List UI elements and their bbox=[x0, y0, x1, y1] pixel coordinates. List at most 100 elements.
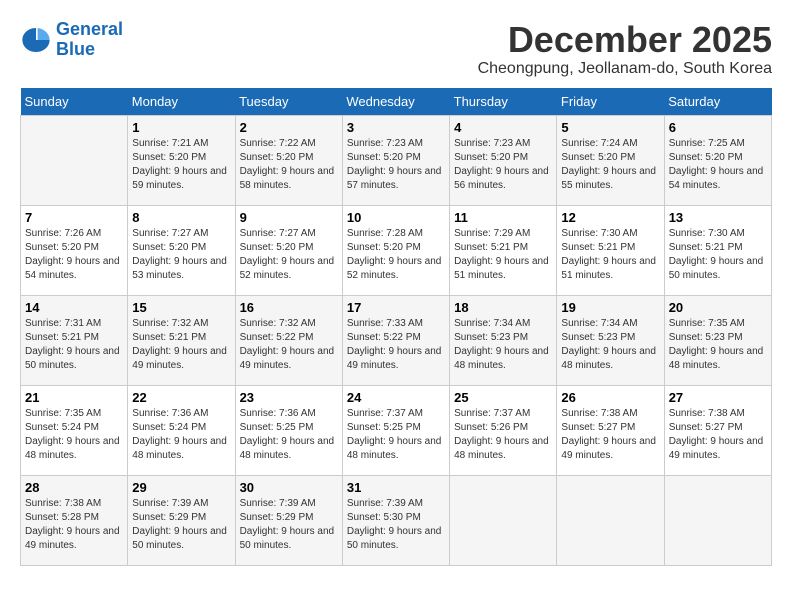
day-info: Sunrise: 7:30 AMSunset: 5:21 PMDaylight:… bbox=[669, 227, 767, 283]
day-info: Sunrise: 7:28 AMSunset: 5:20 PMDaylight:… bbox=[347, 227, 445, 283]
logo: General Blue bbox=[20, 20, 123, 60]
day-number: 11 bbox=[454, 210, 552, 225]
day-info: Sunrise: 7:32 AMSunset: 5:22 PMDaylight:… bbox=[240, 317, 338, 373]
day-info: Sunrise: 7:22 AMSunset: 5:20 PMDaylight:… bbox=[240, 137, 338, 193]
day-number: 21 bbox=[25, 390, 123, 405]
day-number: 4 bbox=[454, 120, 552, 135]
day-number: 31 bbox=[347, 480, 445, 495]
day-number: 8 bbox=[132, 210, 230, 225]
day-number: 22 bbox=[132, 390, 230, 405]
table-row: 3 Sunrise: 7:23 AMSunset: 5:20 PMDaylight… bbox=[342, 115, 449, 205]
table-row: 7 Sunrise: 7:26 AMSunset: 5:20 PMDaylight… bbox=[21, 205, 128, 295]
day-info: Sunrise: 7:34 AMSunset: 5:23 PMDaylight:… bbox=[454, 317, 552, 373]
logo-line1: General bbox=[56, 19, 123, 39]
page-header: General Blue December 2025 Cheongpung, J… bbox=[20, 20, 772, 78]
title-block: December 2025 Cheongpung, Jeollanam-do, … bbox=[478, 20, 772, 78]
table-row bbox=[21, 115, 128, 205]
header-wednesday: Wednesday bbox=[342, 88, 449, 116]
table-row: 26 Sunrise: 7:38 AMSunset: 5:27 PMDayligh… bbox=[557, 385, 664, 475]
day-number: 26 bbox=[561, 390, 659, 405]
table-row: 15 Sunrise: 7:32 AMSunset: 5:21 PMDayligh… bbox=[128, 295, 235, 385]
table-row bbox=[664, 475, 771, 565]
table-row bbox=[557, 475, 664, 565]
table-row: 31 Sunrise: 7:39 AMSunset: 5:30 PMDayligh… bbox=[342, 475, 449, 565]
day-number: 16 bbox=[240, 300, 338, 315]
month-title: December 2025 bbox=[478, 20, 772, 60]
table-row: 25 Sunrise: 7:37 AMSunset: 5:26 PMDayligh… bbox=[450, 385, 557, 475]
day-info: Sunrise: 7:23 AMSunset: 5:20 PMDaylight:… bbox=[347, 137, 445, 193]
table-row: 9 Sunrise: 7:27 AMSunset: 5:20 PMDaylight… bbox=[235, 205, 342, 295]
day-number: 3 bbox=[347, 120, 445, 135]
day-info: Sunrise: 7:32 AMSunset: 5:21 PMDaylight:… bbox=[132, 317, 230, 373]
day-number: 6 bbox=[669, 120, 767, 135]
day-info: Sunrise: 7:38 AMSunset: 5:28 PMDaylight:… bbox=[25, 497, 123, 553]
table-row: 30Sunrise: 7:39 AMSunset: 5:29 PMDayligh… bbox=[235, 475, 342, 565]
day-number: 7 bbox=[25, 210, 123, 225]
day-number: 15 bbox=[132, 300, 230, 315]
day-info: Sunrise: 7:26 AMSunset: 5:20 PMDaylight:… bbox=[25, 227, 123, 283]
day-info: Sunrise: 7:38 AMSunset: 5:27 PMDaylight:… bbox=[669, 407, 767, 463]
header-saturday: Saturday bbox=[664, 88, 771, 116]
calendar-body: 1Sunrise: 7:21 AMSunset: 5:20 PMDaylight… bbox=[21, 115, 772, 565]
table-row: 8 Sunrise: 7:27 AMSunset: 5:20 PMDaylight… bbox=[128, 205, 235, 295]
day-info: Sunrise: 7:38 AMSunset: 5:27 PMDaylight:… bbox=[561, 407, 659, 463]
header-friday: Friday bbox=[557, 88, 664, 116]
day-number: 27 bbox=[669, 390, 767, 405]
day-info: Sunrise: 7:27 AMSunset: 5:20 PMDaylight:… bbox=[132, 227, 230, 283]
table-row: 5 Sunrise: 7:24 AMSunset: 5:20 PMDaylight… bbox=[557, 115, 664, 205]
day-info: Sunrise: 7:37 AMSunset: 5:26 PMDaylight:… bbox=[454, 407, 552, 463]
table-row: 22 Sunrise: 7:36 AMSunset: 5:24 PMDayligh… bbox=[128, 385, 235, 475]
day-info: Sunrise: 7:35 AMSunset: 5:23 PMDaylight:… bbox=[669, 317, 767, 373]
table-row: 17 Sunrise: 7:33 AMSunset: 5:22 PMDayligh… bbox=[342, 295, 449, 385]
day-number: 9 bbox=[240, 210, 338, 225]
table-row: 19 Sunrise: 7:34 AMSunset: 5:23 PMDayligh… bbox=[557, 295, 664, 385]
table-row: 16 Sunrise: 7:32 AMSunset: 5:22 PMDayligh… bbox=[235, 295, 342, 385]
day-number: 13 bbox=[669, 210, 767, 225]
day-info: Sunrise: 7:39 AMSunset: 5:29 PMDaylight:… bbox=[240, 497, 338, 553]
day-number: 14 bbox=[25, 300, 123, 315]
table-row: 21Sunrise: 7:35 AMSunset: 5:24 PMDayligh… bbox=[21, 385, 128, 475]
day-number: 20 bbox=[669, 300, 767, 315]
table-row: 4Sunrise: 7:23 AMSunset: 5:20 PMDaylight… bbox=[450, 115, 557, 205]
logo-icon bbox=[20, 24, 52, 56]
table-row: 28 Sunrise: 7:38 AMSunset: 5:28 PMDayligh… bbox=[21, 475, 128, 565]
day-number: 28 bbox=[25, 480, 123, 495]
day-number: 24 bbox=[347, 390, 445, 405]
day-number: 5 bbox=[561, 120, 659, 135]
table-row: 14Sunrise: 7:31 AMSunset: 5:21 PMDayligh… bbox=[21, 295, 128, 385]
day-info: Sunrise: 7:29 AMSunset: 5:21 PMDaylight:… bbox=[454, 227, 552, 283]
table-row: 18 Sunrise: 7:34 AMSunset: 5:23 PMDayligh… bbox=[450, 295, 557, 385]
day-number: 10 bbox=[347, 210, 445, 225]
day-number: 25 bbox=[454, 390, 552, 405]
location: Cheongpung, Jeollanam-do, South Korea bbox=[478, 60, 772, 78]
table-row: 29Sunrise: 7:39 AMSunset: 5:29 PMDayligh… bbox=[128, 475, 235, 565]
day-info: Sunrise: 7:25 AMSunset: 5:20 PMDaylight:… bbox=[669, 137, 767, 193]
day-number: 18 bbox=[454, 300, 552, 315]
table-row: 2Sunrise: 7:22 AMSunset: 5:20 PMDaylight… bbox=[235, 115, 342, 205]
table-row bbox=[450, 475, 557, 565]
header-sunday: Sunday bbox=[21, 88, 128, 116]
day-info: Sunrise: 7:37 AMSunset: 5:25 PMDaylight:… bbox=[347, 407, 445, 463]
header-tuesday: Tuesday bbox=[235, 88, 342, 116]
day-number: 19 bbox=[561, 300, 659, 315]
day-info: Sunrise: 7:34 AMSunset: 5:23 PMDaylight:… bbox=[561, 317, 659, 373]
day-info: Sunrise: 7:24 AMSunset: 5:20 PMDaylight:… bbox=[561, 137, 659, 193]
logo-text: General Blue bbox=[56, 20, 123, 60]
header-monday: Monday bbox=[128, 88, 235, 116]
day-info: Sunrise: 7:33 AMSunset: 5:22 PMDaylight:… bbox=[347, 317, 445, 373]
day-info: Sunrise: 7:27 AMSunset: 5:20 PMDaylight:… bbox=[240, 227, 338, 283]
header-thursday: Thursday bbox=[450, 88, 557, 116]
table-row: 24 Sunrise: 7:37 AMSunset: 5:25 PMDayligh… bbox=[342, 385, 449, 475]
table-row: 12Sunrise: 7:30 AMSunset: 5:21 PMDayligh… bbox=[557, 205, 664, 295]
table-row: 6 Sunrise: 7:25 AMSunset: 5:20 PMDaylight… bbox=[664, 115, 771, 205]
calendar-header: Sunday Monday Tuesday Wednesday Thursday… bbox=[21, 88, 772, 116]
day-number: 29 bbox=[132, 480, 230, 495]
day-info: Sunrise: 7:39 AMSunset: 5:30 PMDaylight:… bbox=[347, 497, 445, 553]
logo-line2: Blue bbox=[56, 39, 95, 59]
table-row: 23Sunrise: 7:36 AMSunset: 5:25 PMDayligh… bbox=[235, 385, 342, 475]
day-info: Sunrise: 7:36 AMSunset: 5:24 PMDaylight:… bbox=[132, 407, 230, 463]
table-row: 10 Sunrise: 7:28 AMSunset: 5:20 PMDayligh… bbox=[342, 205, 449, 295]
day-number: 12 bbox=[561, 210, 659, 225]
day-number: 17 bbox=[347, 300, 445, 315]
table-row: 11 Sunrise: 7:29 AMSunset: 5:21 PMDayligh… bbox=[450, 205, 557, 295]
